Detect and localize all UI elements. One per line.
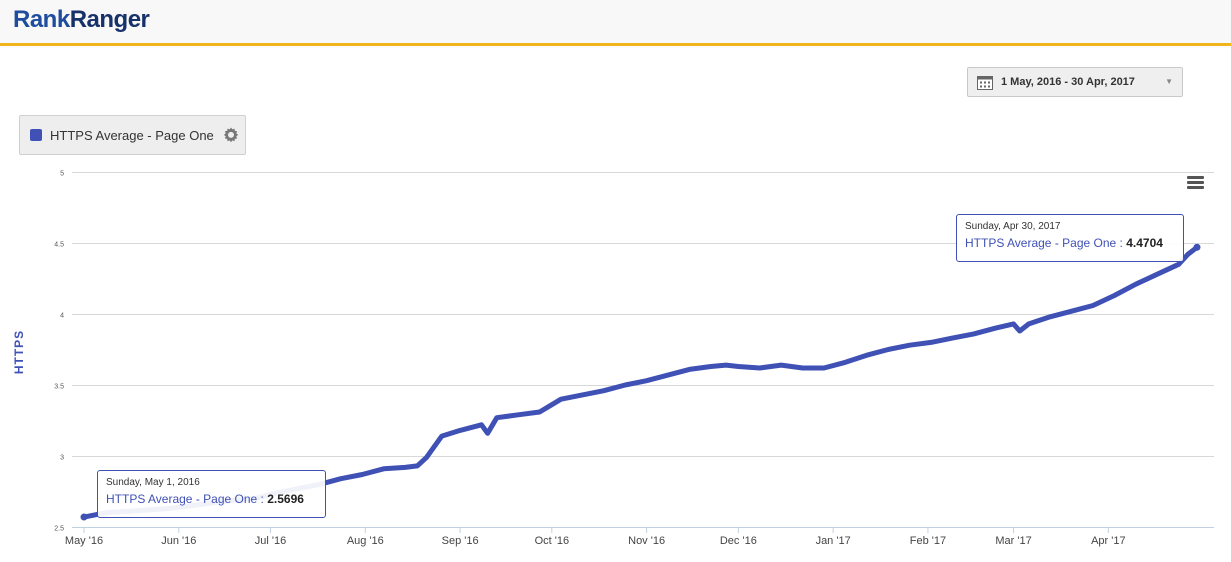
y-tick-label: 3.5 xyxy=(54,384,64,391)
tooltip-start: Sunday, May 1, 2016 HTTPS Average - Page… xyxy=(97,470,326,518)
x-tick-label: Mar '17 xyxy=(995,535,1031,547)
tooltip-separator: : xyxy=(257,492,268,506)
tooltip-series-name: HTTPS Average - Page One xyxy=(965,236,1117,250)
tooltip-line: HTTPS Average - Page One : 4.4704 xyxy=(965,236,1175,250)
y-tick-label: 4 xyxy=(60,313,64,320)
x-tick-label: Jun '16 xyxy=(161,535,196,547)
x-tick-label: Apr '17 xyxy=(1091,535,1126,547)
hamburger-menu-icon[interactable] xyxy=(1187,176,1204,190)
x-tick-label: Nov '16 xyxy=(628,535,665,547)
x-tick-label: Oct '16 xyxy=(535,535,570,547)
tooltip-value: 2.5696 xyxy=(267,492,304,506)
tooltip-end: Sunday, Apr 30, 2017 HTTPS Average - Pag… xyxy=(956,214,1184,262)
tooltip-date: Sunday, Apr 30, 2017 xyxy=(965,221,1061,232)
x-tick-label: Jul '16 xyxy=(255,535,286,547)
x-tick-label: Feb '17 xyxy=(910,535,946,547)
x-axis: May '16 Jun '16 Jul '16 Aug '16 Sep '16 Oct '… xyxy=(65,527,1214,547)
x-tick-label: Aug '16 xyxy=(347,535,384,547)
y-axis-ticks: 2.5 3 3.5 4 4.5 5 xyxy=(54,171,64,533)
y-tick-label: 2.5 xyxy=(54,526,64,533)
x-tick-label: Dec '16 xyxy=(720,535,757,547)
x-tick-label: May '16 xyxy=(65,535,103,547)
tooltip-value: 4.4704 xyxy=(1126,236,1163,250)
y-axis-label: HTTPS xyxy=(12,329,26,375)
tooltip-date: Sunday, May 1, 2016 xyxy=(106,477,200,488)
x-tick-label: Jan '17 xyxy=(816,535,851,547)
series-start-point xyxy=(80,513,88,521)
y-tick-label: 4.5 xyxy=(54,242,64,249)
x-tick-label: Sep '16 xyxy=(442,535,479,547)
tooltip-separator: : xyxy=(1116,236,1127,250)
tooltip-line: HTTPS Average - Page One : 2.5696 xyxy=(106,492,317,506)
series-end-point xyxy=(1193,243,1201,251)
tooltip-series-name: HTTPS Average - Page One xyxy=(106,492,258,506)
y-tick-label: 3 xyxy=(60,455,64,462)
y-tick-label: 5 xyxy=(60,171,64,178)
